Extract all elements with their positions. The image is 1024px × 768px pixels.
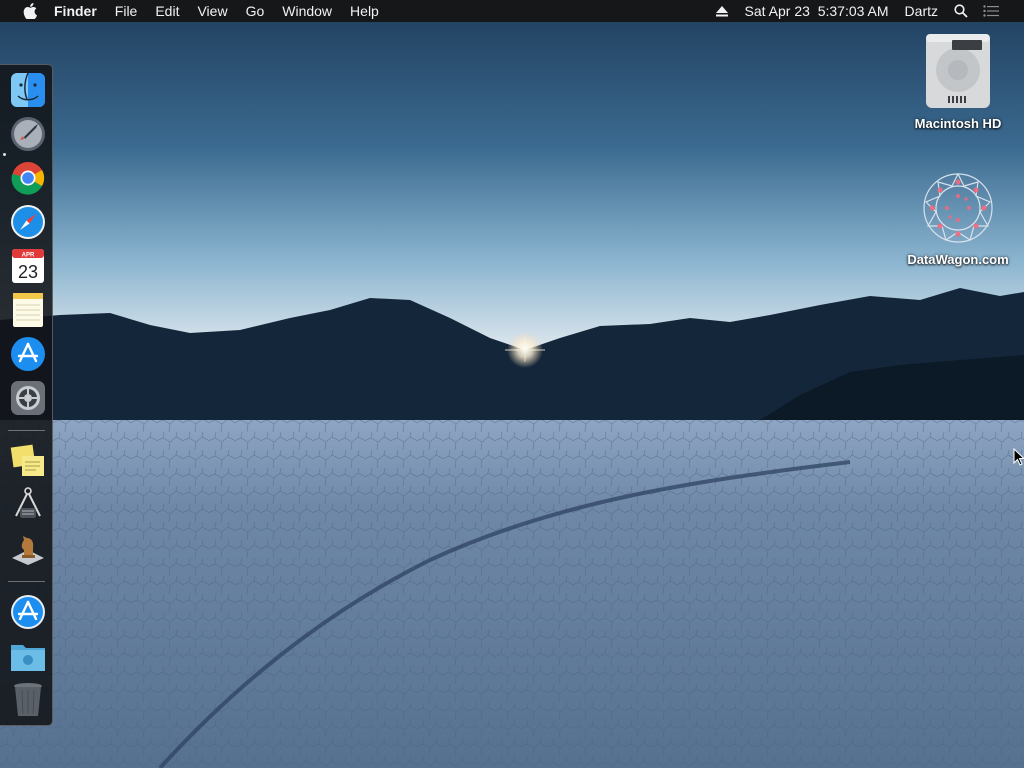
calendar-icon[interactable]: APR 23 xyxy=(9,247,47,285)
dock: APR 23 xyxy=(0,64,53,726)
app-store-icon[interactable] xyxy=(9,593,47,631)
menu-bar: Finder File Edit View Go Window Help Sat… xyxy=(0,0,1024,22)
compass-icon[interactable] xyxy=(9,203,47,241)
finder-icon[interactable] xyxy=(9,71,47,109)
running-indicator xyxy=(3,153,6,156)
desktop-icon-label: Macintosh HD xyxy=(914,116,1002,131)
menu-file[interactable]: File xyxy=(106,0,147,22)
user-menu[interactable]: Dartz xyxy=(897,0,946,22)
desktop-wallpaper xyxy=(0,0,1024,768)
network-volume-icon xyxy=(918,168,998,248)
menu-go[interactable]: Go xyxy=(237,0,274,22)
eject-icon[interactable] xyxy=(711,0,733,22)
menu-app-finder[interactable]: Finder xyxy=(48,0,106,22)
folder-icon[interactable] xyxy=(9,637,47,675)
gear-icon[interactable] xyxy=(9,379,47,417)
dock-separator xyxy=(8,581,45,582)
menu-view[interactable]: View xyxy=(188,0,236,22)
menu-help[interactable]: Help xyxy=(341,0,388,22)
notification-center-icon[interactable] xyxy=(980,0,1002,22)
clock[interactable]: Sat Apr 23 5:37:03 AM xyxy=(737,0,897,22)
sticky-notes-icon[interactable] xyxy=(9,441,47,479)
apple-logo-icon[interactable] xyxy=(20,3,40,19)
menu-window[interactable]: Window xyxy=(273,0,341,22)
mouse-cursor-icon xyxy=(1013,447,1024,471)
chess-knight-icon[interactable] xyxy=(9,529,47,567)
notepad-icon[interactable] xyxy=(9,291,47,329)
calendar-month: APR xyxy=(22,253,35,259)
caliper-icon[interactable] xyxy=(9,485,47,523)
desktop-icon-label: DataWagon.com xyxy=(907,252,1009,267)
calendar-day: 23 xyxy=(18,262,38,282)
app-store-icon[interactable] xyxy=(9,335,47,373)
menu-edit[interactable]: Edit xyxy=(146,0,188,22)
trash-icon[interactable] xyxy=(9,681,47,719)
chrome-icon[interactable] xyxy=(9,159,47,197)
hard-drive-icon xyxy=(920,30,996,112)
desktop-icon-macintosh-hd[interactable]: Macintosh HD xyxy=(898,30,1018,131)
rocket-icon[interactable] xyxy=(9,115,47,153)
search-icon[interactable] xyxy=(950,0,972,22)
desktop-icon-datawagon[interactable]: DataWagon.com xyxy=(898,168,1018,267)
status-area: Sat Apr 23 5:37:03 AM Dartz xyxy=(707,0,1024,22)
dock-separator xyxy=(8,430,45,431)
